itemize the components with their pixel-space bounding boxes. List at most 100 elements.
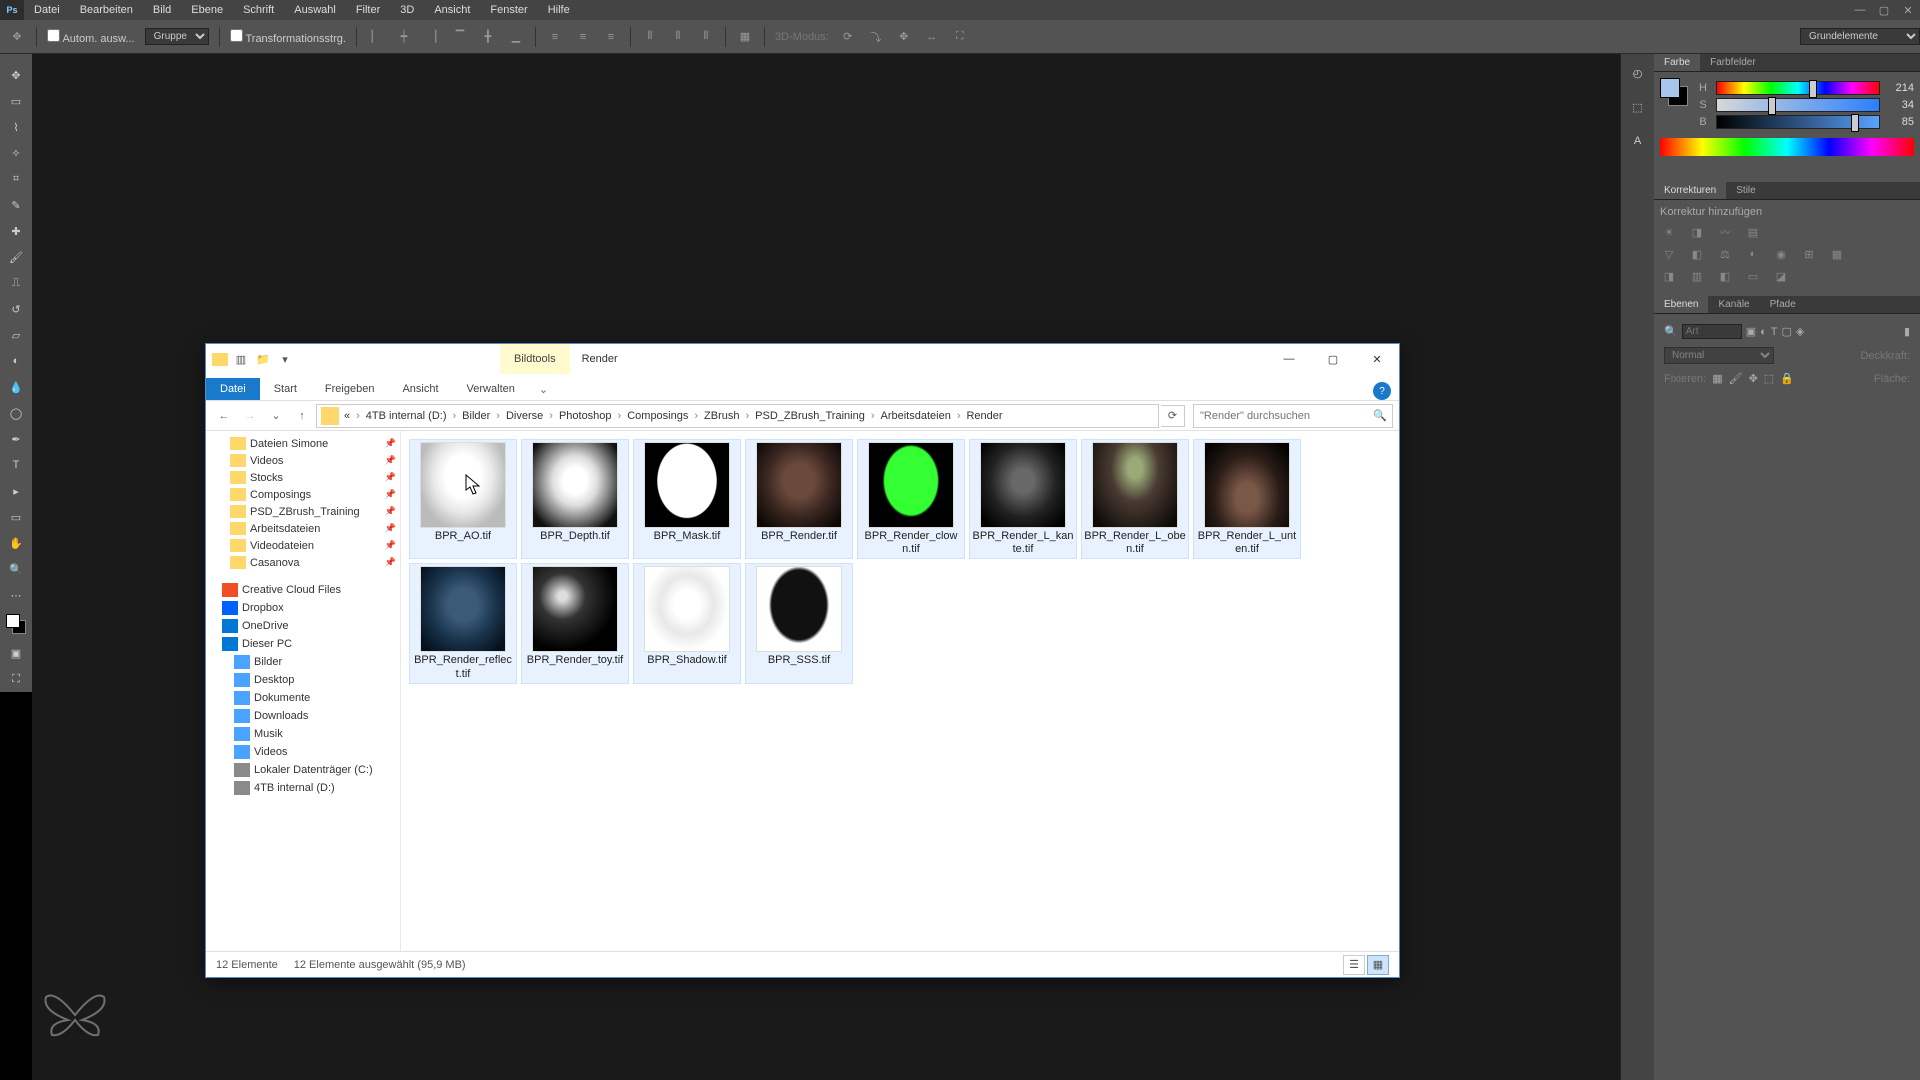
nav-fwd-button[interactable]: → [238,404,262,428]
blend-mode-select[interactable]: Normal [1664,347,1774,364]
close-button[interactable]: ✕ [1896,0,1920,20]
filter-icon[interactable]: 🔍 [1664,325,1678,338]
breadcrumb-item[interactable]: ZBrush [701,410,742,422]
sat-value[interactable]: 34 [1886,99,1914,111]
maximize-button[interactable]: ▢ [1872,0,1896,20]
breadcrumb-item[interactable]: 4TB internal (D:) [363,410,450,422]
sat-slider[interactable] [1716,98,1880,112]
ribbon-file-tab[interactable]: Datei [206,378,260,400]
explorer-maximize-button[interactable]: ▢ [1311,344,1355,374]
brightness-icon[interactable]: ☀ [1660,224,1678,240]
file-thumbnail[interactable]: BPR_Depth.tif [521,439,629,559]
workspace-select[interactable]: Grundelemente [1800,28,1920,45]
search-icon[interactable]: 🔍 [1368,409,1392,422]
menu-bild[interactable]: Bild [143,1,181,19]
tree-item[interactable]: Downloads [206,707,400,725]
channel-mixer-icon[interactable]: ⊞ [1800,246,1818,262]
adjustments-tab[interactable]: Korrekturen [1654,182,1726,199]
paths-tab[interactable]: Pfade [1760,296,1806,313]
align-top-icon[interactable]: ▔ [451,28,469,46]
filter-toggle[interactable]: ▮ [1904,325,1910,338]
distribute-bottom-icon[interactable]: ≡ [602,28,620,46]
explorer-close-button[interactable]: ✕ [1355,344,1399,374]
bw-icon[interactable]: ◐ [1744,246,1762,262]
layers-tab[interactable]: Ebenen [1654,296,1708,313]
lock-position-icon[interactable]: ✥ [1749,372,1758,385]
invert-icon[interactable]: ◨ [1660,268,1678,284]
file-thumbnail[interactable]: BPR_Render_toy.tif [521,563,629,683]
refresh-button[interactable]: ⟳ [1161,405,1185,427]
levels-icon[interactable]: ◨ [1688,224,1706,240]
posterize-icon[interactable]: ▥ [1688,268,1706,284]
ribbon-expand-icon[interactable]: ⌄ [529,379,558,400]
file-thumbnail[interactable]: BPR_Render_L_unten.tif [1193,439,1301,559]
align-right-icon[interactable]: ▕ [423,28,441,46]
shape-tool[interactable]: ▭ [0,504,32,530]
menu-schrift[interactable]: Schrift [233,1,284,19]
search-input[interactable] [1194,410,1368,422]
breadcrumb-item[interactable]: Arbeitsdateien [877,410,953,422]
threshold-icon[interactable]: ◧ [1716,268,1734,284]
qat-newfolder-icon[interactable]: 📁 [254,350,272,368]
hue-value[interactable]: 214 [1886,82,1914,94]
bri-slider[interactable] [1716,115,1880,129]
tree-item[interactable]: Casanova📌 [206,554,400,571]
nav-back-button[interactable]: ← [212,404,236,428]
quick-mask-toggle[interactable]: ▣ [0,640,32,666]
history-panel-icon[interactable]: ◴ [1627,62,1649,84]
tree-item[interactable]: Dokumente [206,689,400,707]
filter-shape-icon[interactable]: ▢ [1782,325,1792,338]
breadcrumb-item[interactable]: Bilder [459,410,493,422]
auto-align-icon[interactable]: ▦ [736,28,754,46]
auto-select-mode[interactable]: Gruppe [145,28,209,45]
vibrance-icon[interactable]: ▽ [1660,246,1678,262]
view-details-button[interactable]: ☰ [1343,955,1365,975]
magic-wand-tool[interactable]: ✧ [0,140,32,166]
tree-item[interactable]: Videodateien📌 [206,537,400,554]
lock-transparent-icon[interactable]: ▦ [1712,372,1722,385]
view-thumbs-button[interactable]: ▦ [1367,955,1389,975]
tree-item[interactable]: OneDrive [206,617,400,635]
tree-item[interactable]: Musik [206,725,400,743]
healing-tool[interactable]: ✚ [0,218,32,244]
breadcrumb-item[interactable]: Diverse [503,410,546,422]
distribute-left-icon[interactable]: ⫴ [641,28,659,46]
spectrum-strip[interactable] [1660,138,1914,156]
move-tool[interactable]: ✥ [0,62,32,88]
file-thumbnail[interactable]: BPR_Render_clown.tif [857,439,965,559]
channels-tab[interactable]: Kanäle [1708,296,1759,313]
align-vcenter-icon[interactable]: ╋ [479,28,497,46]
picture-tools-tab[interactable]: Bildtools [500,344,570,374]
lock-artboard-icon[interactable]: ⬚ [1764,372,1774,385]
menu-ansicht[interactable]: Ansicht [424,1,480,19]
tree-item[interactable]: Dropbox [206,599,400,617]
tree-item[interactable]: Composings📌 [206,486,400,503]
file-thumbnail[interactable]: BPR_Mask.tif [633,439,741,559]
nav-up-button[interactable]: ↑ [290,404,314,428]
swatches-tab[interactable]: Farbfelder [1700,54,1766,71]
type-tool[interactable]: T [0,452,32,478]
color-balance-icon[interactable]: ⚖ [1716,246,1734,262]
nav-tree[interactable]: Dateien Simone📌Videos📌Stocks📌Composings📌… [206,431,401,951]
stamp-tool[interactable]: ⎍ [0,270,32,296]
hue-sat-icon[interactable]: ◧ [1688,246,1706,262]
transform-controls-check[interactable]: Transformationsstrg. [230,29,346,45]
filter-smart-icon[interactable]: ◈ [1796,325,1804,338]
menu-ebene[interactable]: Ebene [181,1,233,19]
gradient-map-icon[interactable]: ▭ [1744,268,1762,284]
filter-type-icon[interactable]: T [1771,326,1778,338]
distribute-vcenter-icon[interactable]: ≡ [574,28,592,46]
color-swatch[interactable] [6,614,26,634]
hue-slider[interactable] [1716,81,1880,95]
filter-adj-icon[interactable]: ◐ [1760,326,1767,338]
align-left-icon[interactable]: ▏ [367,28,385,46]
dodge-tool[interactable]: ◯ [0,400,32,426]
eraser-tool[interactable]: ▱ [0,322,32,348]
screen-mode-toggle[interactable]: ⛶ [0,666,32,692]
blur-tool[interactable]: 💧 [0,374,32,400]
nav-recent-dropdown[interactable]: ⌄ [264,404,288,428]
color-tab[interactable]: Farbe [1654,54,1700,71]
menu-datei[interactable]: Datei [24,1,70,19]
tree-item[interactable]: Dateien Simone📌 [206,435,400,452]
curves-icon[interactable]: 〰 [1716,224,1734,240]
